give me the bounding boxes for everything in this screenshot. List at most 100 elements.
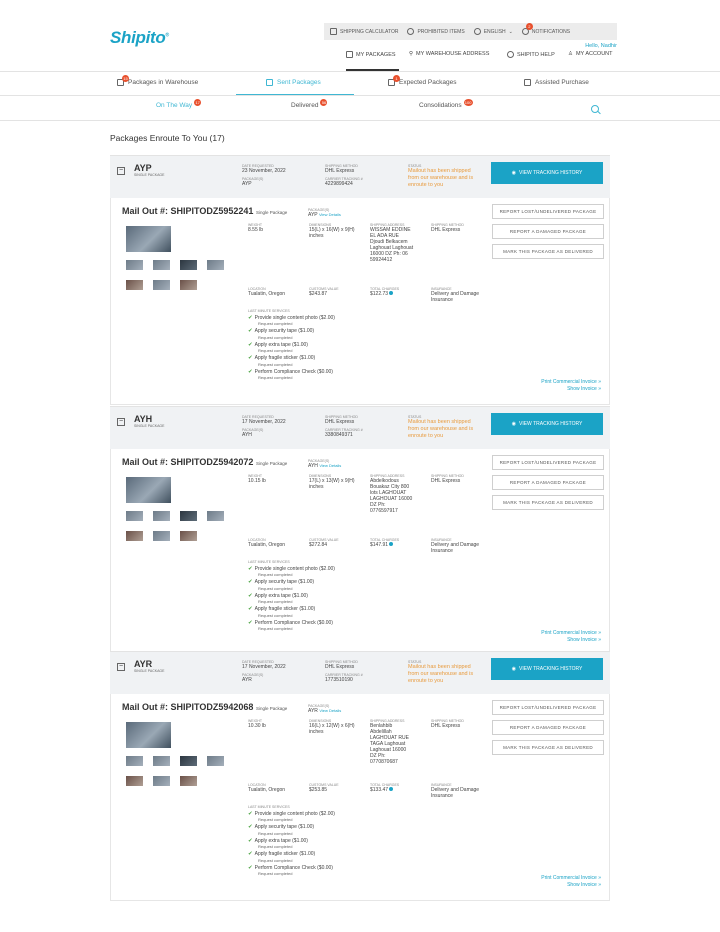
thumbnail[interactable]	[126, 756, 143, 766]
view-tracking-history-button[interactable]: ◉ VIEW TRACKING HISTORY	[491, 413, 603, 435]
package-details: Mail Out #: SHIPITODZ5942068 Single Pack…	[110, 694, 610, 901]
view-tracking-history-button[interactable]: ◉ VIEW TRACKING HISTORY	[491, 162, 603, 184]
thumbnail[interactable]	[207, 511, 224, 521]
service-item: ✔ Apply security tape ($1.00) Request comp…	[248, 328, 335, 342]
view-details-link[interactable]: View Details	[319, 212, 341, 217]
package-details: Mail Out #: SHIPITODZ5942072 Single Pack…	[110, 449, 610, 656]
carrier-tracking-number[interactable]: 4229899424	[325, 181, 400, 187]
thumbnail[interactable]	[126, 511, 143, 521]
report-damaged-button[interactable]: REPORT A DAMAGED PACKAGE	[492, 720, 604, 735]
divider	[0, 120, 720, 121]
package-photo[interactable]	[126, 477, 171, 503]
thumbnail[interactable]	[180, 531, 197, 541]
package-code: AYP	[134, 163, 152, 173]
nav-warehouse-address[interactable]: ⚲ MY WAREHOUSE ADDRESS	[409, 51, 489, 57]
service-label: Apply security tape ($1.00)	[254, 328, 315, 335]
plane-icon	[266, 79, 273, 86]
thumbnail[interactable]	[153, 260, 170, 270]
mark-delivered-button[interactable]: MARK THIS PACKAGE AS DELIVERED	[492, 244, 604, 259]
detail-package-id: AYR	[308, 708, 318, 714]
thumbnail[interactable]	[126, 280, 143, 290]
check-icon: ✔	[248, 368, 253, 375]
thumbnail[interactable]	[180, 756, 197, 766]
shipito-logo[interactable]: Shipito®	[110, 28, 169, 48]
report-damaged-button[interactable]: REPORT A DAMAGED PACKAGE	[492, 224, 604, 239]
thumbnail[interactable]	[180, 776, 197, 786]
subtab-consolidations[interactable]: Consolidations 100	[419, 99, 473, 109]
tab-assisted-purchase[interactable]: Assisted Purchase	[524, 79, 589, 86]
print-invoice-link[interactable]: Print Commercial Invoice »	[541, 875, 601, 882]
view-details-link[interactable]: View Details	[319, 708, 341, 713]
collapse-toggle[interactable]: −	[117, 663, 125, 671]
service-item: ✔ Provide single content photo ($2.00) Req…	[248, 566, 335, 580]
service-status: Request completed	[258, 844, 293, 850]
insurance: Delivery and Damage Insurance	[431, 542, 480, 554]
service-item: ✔ Provide single content photo ($2.00) Req…	[248, 811, 335, 825]
language-selector[interactable]: ENGLISH ⌄	[473, 28, 513, 35]
thumbnail[interactable]	[180, 260, 197, 270]
prohibited-items-link[interactable]: PROHIBITED ITEMS	[407, 28, 465, 35]
show-invoice-link[interactable]: Show Invoice »	[567, 882, 601, 889]
subtab-on-the-way[interactable]: On The Way 17	[156, 99, 202, 109]
nav-account[interactable]: ♙ MY ACCOUNT	[568, 51, 613, 57]
notifications-link[interactable]: 2 NOTIFICATIONS	[521, 23, 570, 35]
show-invoice-link[interactable]: Show Invoice »	[567, 386, 601, 393]
service-label: Provide single content photo ($2.00)	[254, 565, 335, 572]
mark-delivered-button[interactable]: MARK THIS PACKAGE AS DELIVERED	[492, 740, 604, 755]
thumbnail[interactable]	[126, 776, 143, 786]
customs-value: $253.85	[309, 787, 328, 793]
info-icon[interactable]	[389, 291, 394, 295]
detail-package-id: AYH	[308, 463, 318, 469]
mark-delivered-button[interactable]: MARK THIS PACKAGE AS DELIVERED	[492, 495, 604, 510]
globe-icon	[473, 28, 481, 35]
nav-help[interactable]: SHIPITO HELP	[507, 51, 555, 58]
location: Tualatin, Oregon	[248, 542, 286, 548]
report-lost-button[interactable]: REPORT LOST/UNDELIVERED PACKAGE	[492, 455, 604, 470]
subtab-delivered[interactable]: Delivered 56	[291, 99, 328, 109]
search-icon[interactable]	[591, 105, 599, 113]
report-lost-button[interactable]: REPORT LOST/UNDELIVERED PACKAGE	[492, 700, 604, 715]
info-icon[interactable]	[389, 787, 394, 791]
package-photo[interactable]	[126, 722, 171, 748]
print-invoice-link[interactable]: Print Commercial Invoice »	[541, 379, 601, 386]
service-item: ✔ Apply extra tape ($1.00) Request complet…	[248, 593, 335, 607]
report-damaged-button[interactable]: REPORT A DAMAGED PACKAGE	[492, 475, 604, 490]
prohibited-icon	[407, 28, 415, 35]
thumbnail[interactable]	[207, 260, 224, 270]
view-tracking-history-button[interactable]: ◉ VIEW TRACKING HISTORY	[491, 658, 603, 680]
tab-expected-packages[interactable]: 1 Expected Packages	[388, 75, 456, 86]
thumbnail[interactable]	[180, 511, 197, 521]
package-block: − AYH SINGLE PACKAGE DATE REQUESTED 17 N…	[110, 406, 610, 656]
carrier-tracking-number[interactable]: 3380849371	[325, 432, 400, 438]
thumbnail[interactable]	[153, 756, 170, 766]
nav-my-packages[interactable]: MY PACKAGES	[346, 51, 396, 58]
package-photo[interactable]	[126, 226, 171, 252]
user-greeting[interactable]: Hello, Nadhir	[585, 43, 617, 49]
thumbnail[interactable]	[126, 260, 143, 270]
thumbnail[interactable]	[153, 776, 170, 786]
show-invoice-link[interactable]: Show Invoice »	[567, 637, 601, 644]
divider	[0, 71, 720, 72]
divider	[0, 95, 720, 96]
thumbnail[interactable]	[153, 280, 170, 290]
view-details-link[interactable]: View Details	[319, 463, 341, 468]
collapse-toggle[interactable]: −	[117, 167, 125, 175]
service-item: ✔ Apply extra tape ($1.00) Request complet…	[248, 342, 335, 356]
tab-packages-in-warehouse[interactable]: 15 Packages in Warehouse	[117, 75, 198, 86]
thumbnail[interactable]	[207, 756, 224, 766]
tab-sent-packages[interactable]: Sent Packages	[266, 79, 321, 86]
box-icon	[346, 51, 353, 58]
print-invoice-link[interactable]: Print Commercial Invoice »	[541, 630, 601, 637]
shipping-method: DHL Express	[431, 478, 461, 484]
collapse-toggle[interactable]: −	[117, 418, 125, 426]
thumbnail[interactable]	[153, 531, 170, 541]
report-lost-button[interactable]: REPORT LOST/UNDELIVERED PACKAGE	[492, 204, 604, 219]
check-icon: ✔	[248, 864, 253, 871]
thumbnail[interactable]	[126, 531, 143, 541]
customs-value: $243.87	[309, 291, 328, 297]
thumbnail[interactable]	[180, 280, 197, 290]
carrier-tracking-number[interactable]: 1773510190	[325, 677, 400, 683]
info-icon[interactable]	[389, 542, 394, 546]
shipping-calculator-link[interactable]: SHIPPING CALCULATOR	[330, 28, 398, 35]
thumbnail[interactable]	[153, 511, 170, 521]
